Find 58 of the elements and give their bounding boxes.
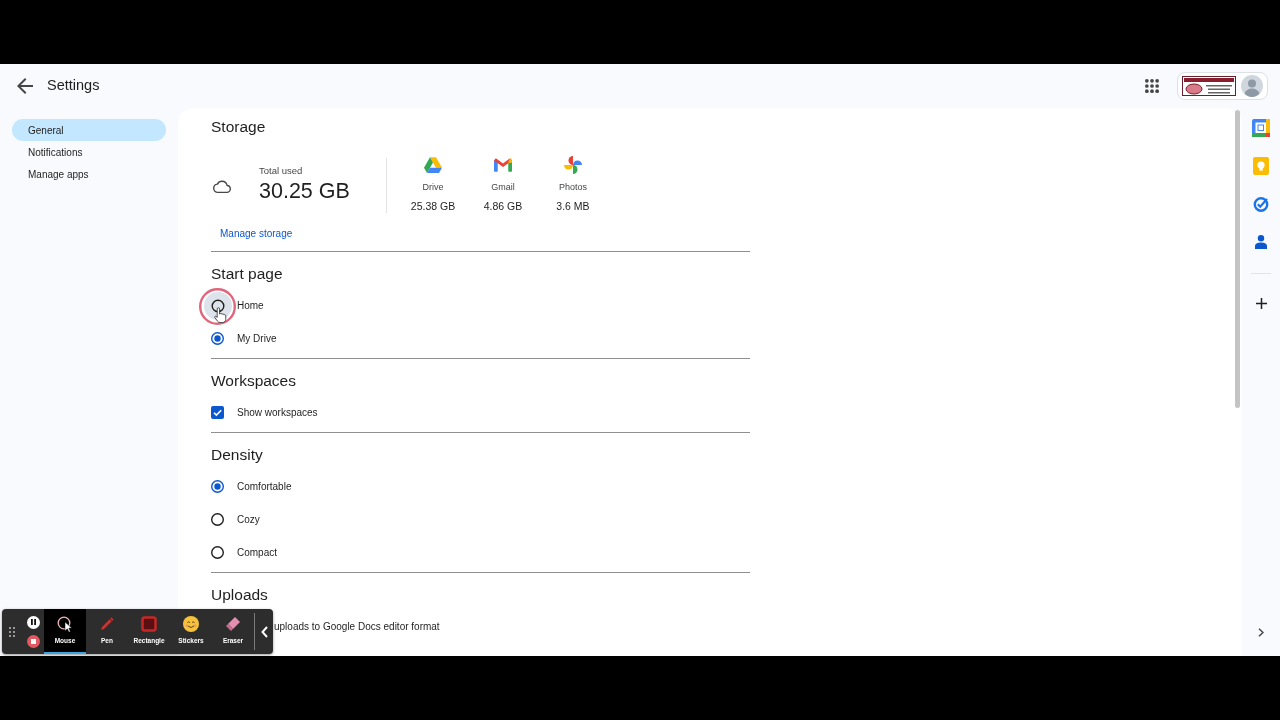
avatar-icon — [1241, 75, 1263, 97]
manage-storage-link[interactable]: Manage storage — [220, 228, 293, 239]
check-circle-icon[interactable] — [1253, 196, 1269, 212]
eraser-icon — [225, 616, 241, 632]
scrollbar-thumb[interactable] — [1235, 110, 1240, 408]
sidebar-item[interactable]: General — [12, 119, 166, 141]
section-title: Density — [211, 445, 263, 465]
plus-icon[interactable] — [1255, 297, 1267, 309]
school-logo-icon — [1182, 76, 1236, 96]
app-storage-value: 25.38 GB — [410, 199, 456, 213]
section-title: Start page — [211, 264, 283, 284]
app-storage-value: 3.6 MB — [556, 199, 590, 213]
radio-button[interactable] — [211, 332, 224, 345]
section-title: Workspaces — [211, 371, 296, 391]
app-name: Drive — [422, 181, 444, 193]
pause-button[interactable] — [26, 615, 40, 629]
account-chip[interactable] — [1177, 72, 1268, 100]
radio-button[interactable] — [211, 513, 224, 526]
back-arrow-icon[interactable] — [17, 78, 33, 94]
radio-button[interactable] — [211, 480, 224, 493]
gmail-logo-icon — [494, 158, 512, 172]
pencil-icon — [99, 616, 115, 632]
total-used-value: 30.25 GB — [259, 178, 350, 205]
chevron-right-icon[interactable] — [1258, 628, 1264, 638]
app-storage-value: 4.86 GB — [483, 199, 523, 213]
drive-logo-icon — [424, 157, 442, 173]
hand-cursor-icon — [214, 307, 227, 323]
radio-button[interactable] — [211, 546, 224, 559]
section-title: Uploads — [211, 585, 268, 605]
cursor-circle-icon — [57, 616, 73, 632]
page-title: Settings — [47, 76, 100, 96]
person-icon[interactable] — [1255, 235, 1267, 249]
stop-button[interactable] — [26, 634, 40, 648]
option-label: uploads to Google Docs editor format — [274, 620, 440, 634]
sidebar-item[interactable]: Notifications — [12, 141, 166, 163]
pause-icon — [30, 619, 36, 625]
app-name: Photos — [559, 181, 587, 193]
smiley-icon — [183, 616, 199, 632]
option-label: Cozy — [237, 513, 260, 527]
option-label: Comfortable — [237, 480, 292, 494]
square-icon — [141, 616, 157, 632]
option-label: Compact — [237, 546, 277, 560]
cloud-icon — [213, 180, 231, 194]
chevron-left-icon[interactable] — [260, 625, 268, 638]
option-label: Home — [237, 299, 264, 313]
option-label: Show workspaces — [237, 406, 318, 420]
photos-logo-icon — [564, 156, 582, 174]
section-title: Storage — [211, 117, 266, 137]
total-used-label: Total used — [259, 165, 303, 177]
cursor-ring-icon — [199, 288, 236, 325]
drag-handle-icon[interactable] — [9, 626, 15, 637]
app-name: Gmail — [491, 181, 515, 193]
calendar-icon[interactable] — [1252, 119, 1270, 137]
checkbox[interactable] — [211, 406, 224, 419]
stop-icon — [30, 638, 36, 644]
option-label: My Drive — [237, 332, 277, 346]
sidebar-item[interactable]: Manage apps — [12, 163, 166, 185]
apps-grid-icon[interactable] — [1145, 79, 1159, 93]
